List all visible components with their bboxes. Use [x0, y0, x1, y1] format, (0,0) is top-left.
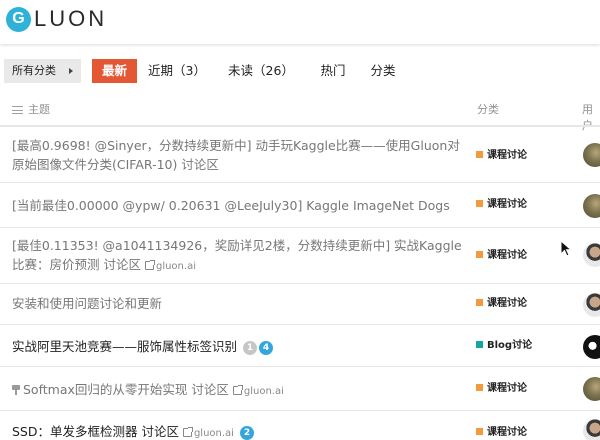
new-posts-badge[interactable]: 2: [239, 426, 254, 440]
topic-title-text: 安装和使用问题讨论和更新: [12, 296, 163, 311]
category-badge[interactable]: Blog讨论: [476, 340, 532, 352]
logo-g-circle: G: [6, 6, 31, 32]
category-dropdown[interactable]: 所有分类: [4, 59, 81, 83]
category-label: 课程讨论: [487, 427, 527, 438]
column-header-category[interactable]: 分类: [477, 101, 499, 117]
list-icon: [12, 106, 23, 114]
gluon-logo[interactable]: G LUON: [6, 6, 107, 32]
pin-icon: [12, 385, 20, 395]
topic-title[interactable]: 实战阿里天池竞赛——服饰属性标签识别 14: [12, 337, 472, 356]
topic-title-text: [最佳0.11353! @a1041134926，奖励详见2楼，分数持续更新中]…: [12, 238, 462, 272]
topic-title[interactable]: Softmax回归的从零开始实现 讨论区 gluon.ai: [12, 380, 472, 401]
topic-title-text: SSD：单发多框检测器 讨论区: [12, 424, 179, 439]
external-link[interactable]: gluon.ai: [144, 260, 196, 272]
tab-unread[interactable]: 未读（26）: [226, 59, 296, 83]
site-header: G LUON: [0, 0, 600, 44]
tab-categories[interactable]: 分类: [364, 59, 402, 83]
avatar[interactable]: [583, 143, 600, 167]
category-color-square: [476, 251, 483, 258]
category-label: 课程讨论: [487, 383, 527, 394]
avatar[interactable]: [583, 419, 600, 440]
category-badge[interactable]: 课程讨论: [476, 250, 527, 262]
table-row[interactable]: [最高0.9698! @Sinyer，分数持续更新中] 动手玩Kaggle比赛—…: [0, 127, 600, 183]
topic-title-text: [当前最佳0.00000 @ypw/ 0.20631 @LeeJuly30] K…: [12, 198, 450, 213]
avatar[interactable]: [583, 377, 600, 401]
category-color-square: [476, 384, 483, 391]
topic-title-text: [最高0.9698! @Sinyer，分数持续更新中] 动手玩Kaggle比赛—…: [12, 138, 460, 172]
category-color-square: [476, 151, 483, 158]
external-link[interactable]: gluon.ai: [182, 427, 234, 439]
table-row[interactable]: [最佳0.11353! @a1041134926，奖励详见2楼，分数持续更新中]…: [0, 228, 600, 284]
topic-title[interactable]: [当前最佳0.00000 @ypw/ 0.20631 @LeeJuly30] K…: [12, 196, 472, 215]
posts-count-badge[interactable]: 1: [243, 341, 257, 355]
category-badge[interactable]: 课程讨论: [476, 150, 527, 162]
avatar[interactable]: [583, 293, 600, 317]
external-link-icon: [144, 260, 155, 270]
avatar[interactable]: [583, 194, 600, 218]
external-link-icon: [182, 427, 193, 437]
topic-title[interactable]: [最佳0.11353! @a1041134926，奖励详见2楼，分数持续更新中]…: [12, 236, 472, 276]
category-badge[interactable]: 课程讨论: [476, 427, 527, 439]
topic-list-nav: 所有分类 最新 近期（3） 未读（26） 热门 分类: [0, 57, 600, 85]
column-header-topic[interactable]: 主题: [28, 101, 50, 117]
topic-title-text: 实战阿里天池竞赛——服饰属性标签识别: [12, 339, 238, 354]
topic-title[interactable]: SSD：单发多框检测器 讨论区 gluon.ai 2: [12, 422, 472, 440]
table-row[interactable]: [当前最佳0.00000 @ypw/ 0.20631 @LeeJuly30] K…: [0, 183, 600, 228]
topic-title[interactable]: [最高0.9698! @Sinyer，分数持续更新中] 动手玩Kaggle比赛—…: [12, 136, 472, 174]
caret-right-icon: [69, 68, 73, 74]
table-row[interactable]: 实战阿里天池竞赛——服饰属性标签识别 14 Blog讨论: [0, 325, 600, 367]
category-badge[interactable]: 课程讨论: [476, 383, 527, 395]
external-link-text: gluon.ai: [193, 428, 234, 439]
table-row[interactable]: SSD：单发多框检测器 讨论区 gluon.ai 2 课程讨论: [0, 411, 600, 440]
topic-title-text: Softmax回归的从零开始实现 讨论区: [23, 382, 229, 397]
category-label: 课程讨论: [487, 298, 527, 309]
category-dropdown-label: 所有分类: [12, 64, 56, 77]
tab-recent[interactable]: 近期（3）: [146, 59, 208, 83]
table-row[interactable]: 安装和使用问题讨论和更新 课程讨论: [0, 284, 600, 325]
mouse-cursor-icon: [560, 240, 573, 257]
category-label: 课程讨论: [487, 199, 527, 210]
avatar[interactable]: [583, 243, 600, 267]
tab-latest[interactable]: 最新: [92, 59, 137, 83]
external-link[interactable]: gluon.ai: [232, 385, 284, 397]
category-color-square: [476, 428, 483, 435]
category-badge[interactable]: 课程讨论: [476, 199, 527, 211]
table-row[interactable]: Softmax回归的从零开始实现 讨论区 gluon.ai 课程讨论: [0, 367, 600, 411]
category-label: 课程讨论: [487, 250, 527, 261]
external-link-icon: [232, 385, 243, 395]
topic-title[interactable]: 安装和使用问题讨论和更新: [12, 294, 472, 313]
external-link-text: gluon.ai: [155, 261, 196, 272]
category-color-square: [476, 200, 483, 207]
category-label: Blog讨论: [487, 340, 533, 351]
tab-top[interactable]: 热门: [314, 59, 352, 83]
category-color-square: [476, 299, 483, 306]
external-link-text: gluon.ai: [243, 386, 284, 397]
category-badge[interactable]: 课程讨论: [476, 298, 527, 310]
category-color-square: [476, 341, 483, 348]
category-label: 课程讨论: [487, 150, 527, 161]
new-posts-badge[interactable]: 4: [259, 341, 273, 355]
logo-text: LUON: [34, 6, 108, 31]
avatar[interactable]: [583, 335, 600, 359]
